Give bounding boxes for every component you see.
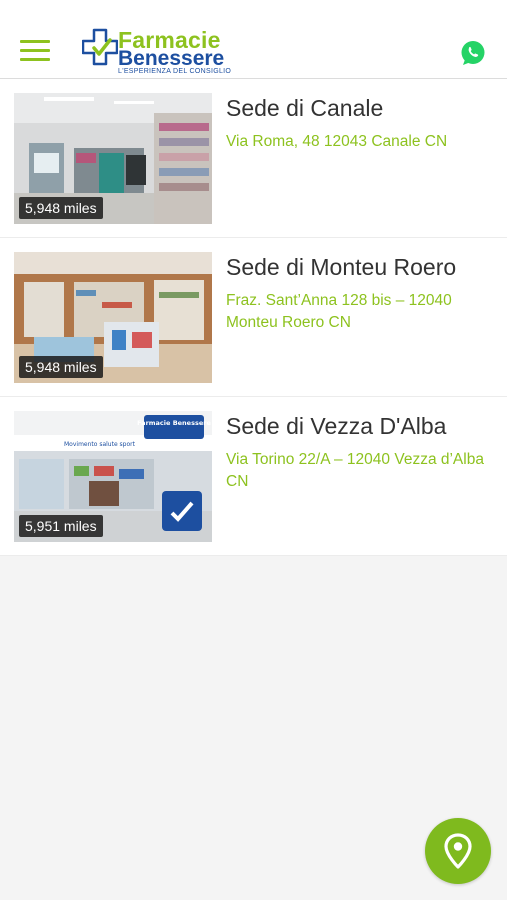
hamburger-bar [20,49,50,52]
store-name: Sede di Vezza D'Alba [226,413,447,439]
app-header: Farmacie Benessere L'ESPERIENZA DEL CONS… [0,0,507,79]
store-name: Sede di Monteu Roero [226,254,457,280]
store-address: Via Roma, 48 12043 Canale CN [226,133,448,150]
hamburger-bar [20,58,50,61]
store-photo: 5,948 miles [14,252,212,383]
distance-badge: 5,948 miles [19,197,103,219]
cross-check-logo-icon [82,28,118,66]
store-photo: Farmacie Benessere Movimento salute spor… [14,411,212,542]
distance-badge: 5,951 miles [19,515,103,537]
whatsapp-icon[interactable] [460,40,486,66]
store-list: 5,948 miles Sede di Canale Via Roma, 48 … [0,79,507,556]
store-photo: 5,948 miles [14,93,212,224]
map-pin-icon [444,833,472,869]
store-card-vezza-dalba[interactable]: Farmacie Benessere Movimento salute spor… [0,397,507,556]
brand-logo[interactable]: Farmacie Benessere L'ESPERIENZA DEL CONS… [82,28,242,76]
store-name: Sede di Canale [226,95,384,121]
store-card-canale[interactable]: 5,948 miles Sede di Canale Via Roma, 48 … [0,79,507,238]
map-pin-button[interactable] [425,818,491,884]
hamburger-bar [20,40,50,43]
brand-tagline: L'ESPERIENZA DEL CONSIGLIO [118,68,232,75]
photo-sign-text: Farmacie Benessere [137,419,211,427]
distance-badge: 5,948 miles [19,356,103,378]
hamburger-menu-icon[interactable] [20,40,50,62]
store-address: Via Torino 22/A – 12040 Vezza d’Alba CN [226,451,484,490]
brand-name-line2: Benessere [118,47,225,70]
store-card-monteu-roero[interactable]: 5,948 miles Sede di Monteu Roero Fraz. S… [0,238,507,397]
store-address: Fraz. Sant’Anna 128 bis – 12040 Monteu R… [226,292,452,331]
photo-banner-text: Movimento salute sport [64,441,136,448]
